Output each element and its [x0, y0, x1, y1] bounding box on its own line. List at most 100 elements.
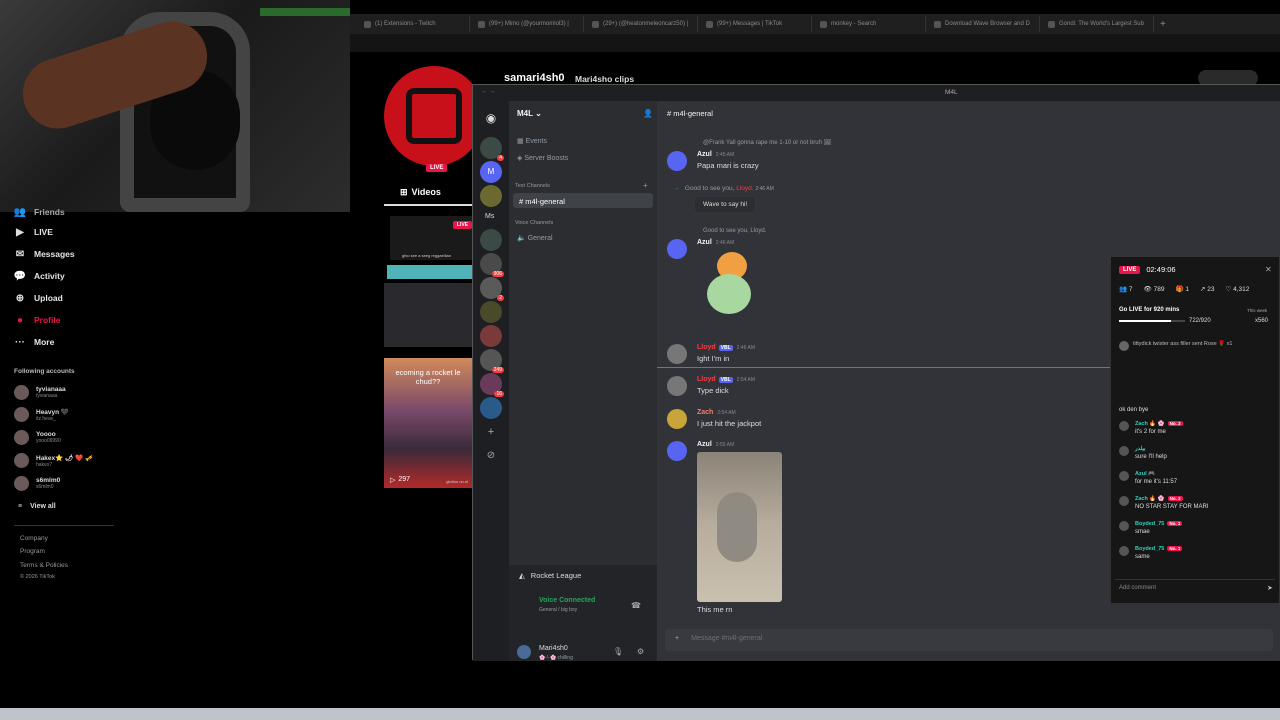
view-all-link[interactable]: ≡ View all	[18, 503, 56, 510]
nav-profile[interactable]: ● Profile	[14, 314, 60, 326]
following-account[interactable]: s6mlm0 s6mlm0	[14, 476, 60, 491]
following-account[interactable]: Hakex⭐ 🌶 ❤️ 🎺 hakex7	[14, 453, 93, 468]
avatar[interactable]	[667, 441, 687, 461]
avatar[interactable]	[667, 409, 687, 429]
avatar[interactable]	[667, 239, 687, 259]
reply-preview: @Frank Yall gonna rape me 1-10 or not br…	[703, 140, 832, 146]
avatar[interactable]	[1119, 521, 1129, 531]
friends-icon: 👥	[13, 206, 27, 218]
following-account[interactable]: Yoooo yooo09990	[14, 430, 61, 445]
send-icon[interactable]: ➤	[1267, 584, 1273, 592]
footer-terms[interactable]: Terms & Policies	[20, 562, 68, 569]
browser-tab[interactable]: (29+) (@heatonmeleoncarz50) |	[586, 16, 698, 32]
server-icon[interactable]	[480, 325, 502, 347]
video-thumbnail[interactable]	[387, 265, 472, 279]
mic-icon[interactable]: 🎙	[613, 647, 623, 656]
twitch-icon	[364, 20, 371, 28]
avatar[interactable]	[1119, 546, 1129, 556]
server-icon[interactable]	[480, 397, 502, 419]
footer-program[interactable]: Program	[20, 548, 45, 555]
video-thumbnail[interactable]: LIVE gfxo see a seeg reggaellian	[390, 216, 472, 260]
footer-company[interactable]: Company	[20, 535, 48, 542]
new-tab-button[interactable]: +	[1160, 19, 1166, 30]
events-link[interactable]: ▦ Events	[517, 137, 547, 145]
avatar[interactable]	[667, 376, 687, 396]
nav-more[interactable]: ··· More	[14, 336, 54, 348]
voice-channel-general[interactable]: 🔈 General	[517, 234, 553, 242]
user-status: 🌸-!-🌸 chilling	[539, 655, 573, 661]
nav-friends[interactable]: 👥 Friends	[14, 206, 65, 218]
nav-activity[interactable]: 💬 Activity	[14, 270, 65, 282]
server-icon[interactable]: M	[480, 161, 502, 183]
tiktok-icon	[478, 20, 485, 28]
browser-tab[interactable]: Download Wave Browser and D	[928, 16, 1040, 32]
server-list: ◉ 4 M Ms 906 2 249 16 + ⊘	[473, 101, 509, 661]
stat-likes: ♡ 4,312	[1225, 286, 1250, 293]
browser-tab[interactable]: (99+) Mimo (@yourmomlol3) |	[472, 16, 584, 32]
video-thumbnail[interactable]: ecoming a rocket le chud?? ▷ 297 gfotlon …	[384, 358, 472, 488]
avatar[interactable]	[517, 645, 531, 659]
avatar[interactable]	[1119, 496, 1129, 506]
nav-messages[interactable]: ✉ Messages	[14, 248, 75, 260]
webcam-feed	[0, 0, 350, 212]
avatar[interactable]	[667, 344, 687, 364]
list-icon: ≡	[18, 503, 23, 510]
tab-underline	[384, 204, 472, 206]
wave-button[interactable]: Wave to say hi!	[695, 197, 756, 212]
explore-icon[interactable]: ⊘	[480, 445, 502, 467]
discord-logo-icon[interactable]: ◉	[480, 107, 502, 129]
server-boosts-link[interactable]: ◈ Server Boosts	[517, 154, 568, 162]
address-bar[interactable]	[350, 34, 1280, 52]
server-icon[interactable]	[480, 185, 502, 207]
server-icon[interactable]: 16	[480, 373, 504, 397]
text-channels-header[interactable]: Text Channels	[515, 183, 550, 189]
activity-rocket-league[interactable]: ◭ Rocket League	[519, 571, 581, 580]
disconnect-icon[interactable]: ☎	[631, 601, 641, 610]
profile-avatar[interactable]	[384, 66, 484, 166]
nav-live[interactable]: ▶ LIVE	[14, 226, 53, 238]
live-badge: LIVE	[426, 164, 448, 172]
server-icon[interactable]	[480, 229, 502, 251]
server-icon[interactable]	[480, 301, 502, 323]
server-name[interactable]: M4L ⌄	[517, 109, 542, 118]
browser-tab[interactable]: Gondi: The World's Largest Sub	[1042, 16, 1154, 32]
cat-image[interactable]	[697, 452, 782, 602]
speaker-icon: 🔈	[517, 235, 526, 242]
add-channel-icon[interactable]: +	[643, 181, 648, 190]
server-icon[interactable]: 906	[480, 253, 504, 277]
add-friend-icon[interactable]: 👤	[643, 109, 653, 118]
avatar[interactable]	[1119, 446, 1129, 456]
wave-icon	[934, 20, 941, 28]
tab-videos[interactable]: ⊞ Videos	[400, 187, 441, 198]
video-thumbnail[interactable]	[384, 283, 472, 347]
add-attachment-icon[interactable]: +	[675, 635, 679, 642]
goal-progress	[1119, 320, 1185, 322]
server-icon[interactable]: 249	[480, 349, 504, 373]
settings-gear-icon[interactable]: ⚙	[637, 647, 644, 656]
message: Azul 2:46 AM	[667, 239, 761, 322]
close-icon[interactable]: ✕	[1265, 265, 1272, 274]
avatar[interactable]	[667, 151, 687, 171]
channel-m4l-general[interactable]: # m4l-general	[513, 193, 653, 208]
server-icon[interactable]: 4	[480, 137, 504, 161]
avatar[interactable]	[1119, 471, 1129, 481]
add-comment-input[interactable]: Add comment	[1115, 579, 1275, 597]
following-account[interactable]: tyvianaaa tyvianaaa	[14, 385, 66, 400]
goal-value: 722/920	[1189, 318, 1211, 324]
browser-tab[interactable]: (1) Extensions - Twitch	[358, 16, 470, 32]
back-arrow-icon[interactable]: ← →	[481, 88, 496, 95]
voice-connected-status: Voice Connected	[539, 597, 596, 604]
message: Azul 2:55 AM This me rn	[667, 441, 782, 614]
nav-upload[interactable]: ⊕ Upload	[14, 292, 63, 304]
browser-tab[interactable]: monkey - Search	[814, 16, 926, 32]
live-comment: بيلدر sure I'll help	[1119, 446, 1167, 460]
add-server-icon[interactable]: +	[480, 421, 502, 443]
following-account[interactable]: Heavyn 🖤 itz.heav_	[14, 407, 69, 422]
message-input[interactable]: + Message #m4l-general	[665, 629, 1273, 651]
avatar[interactable]	[1119, 421, 1129, 431]
browser-tab[interactable]: (99+) Messages | TikTok	[700, 16, 812, 32]
voice-channels-header[interactable]: Voice Channels	[515, 220, 553, 226]
server-icon[interactable]: 2	[480, 277, 504, 301]
search-icon	[820, 20, 827, 28]
following-title: Following accounts	[14, 368, 75, 375]
